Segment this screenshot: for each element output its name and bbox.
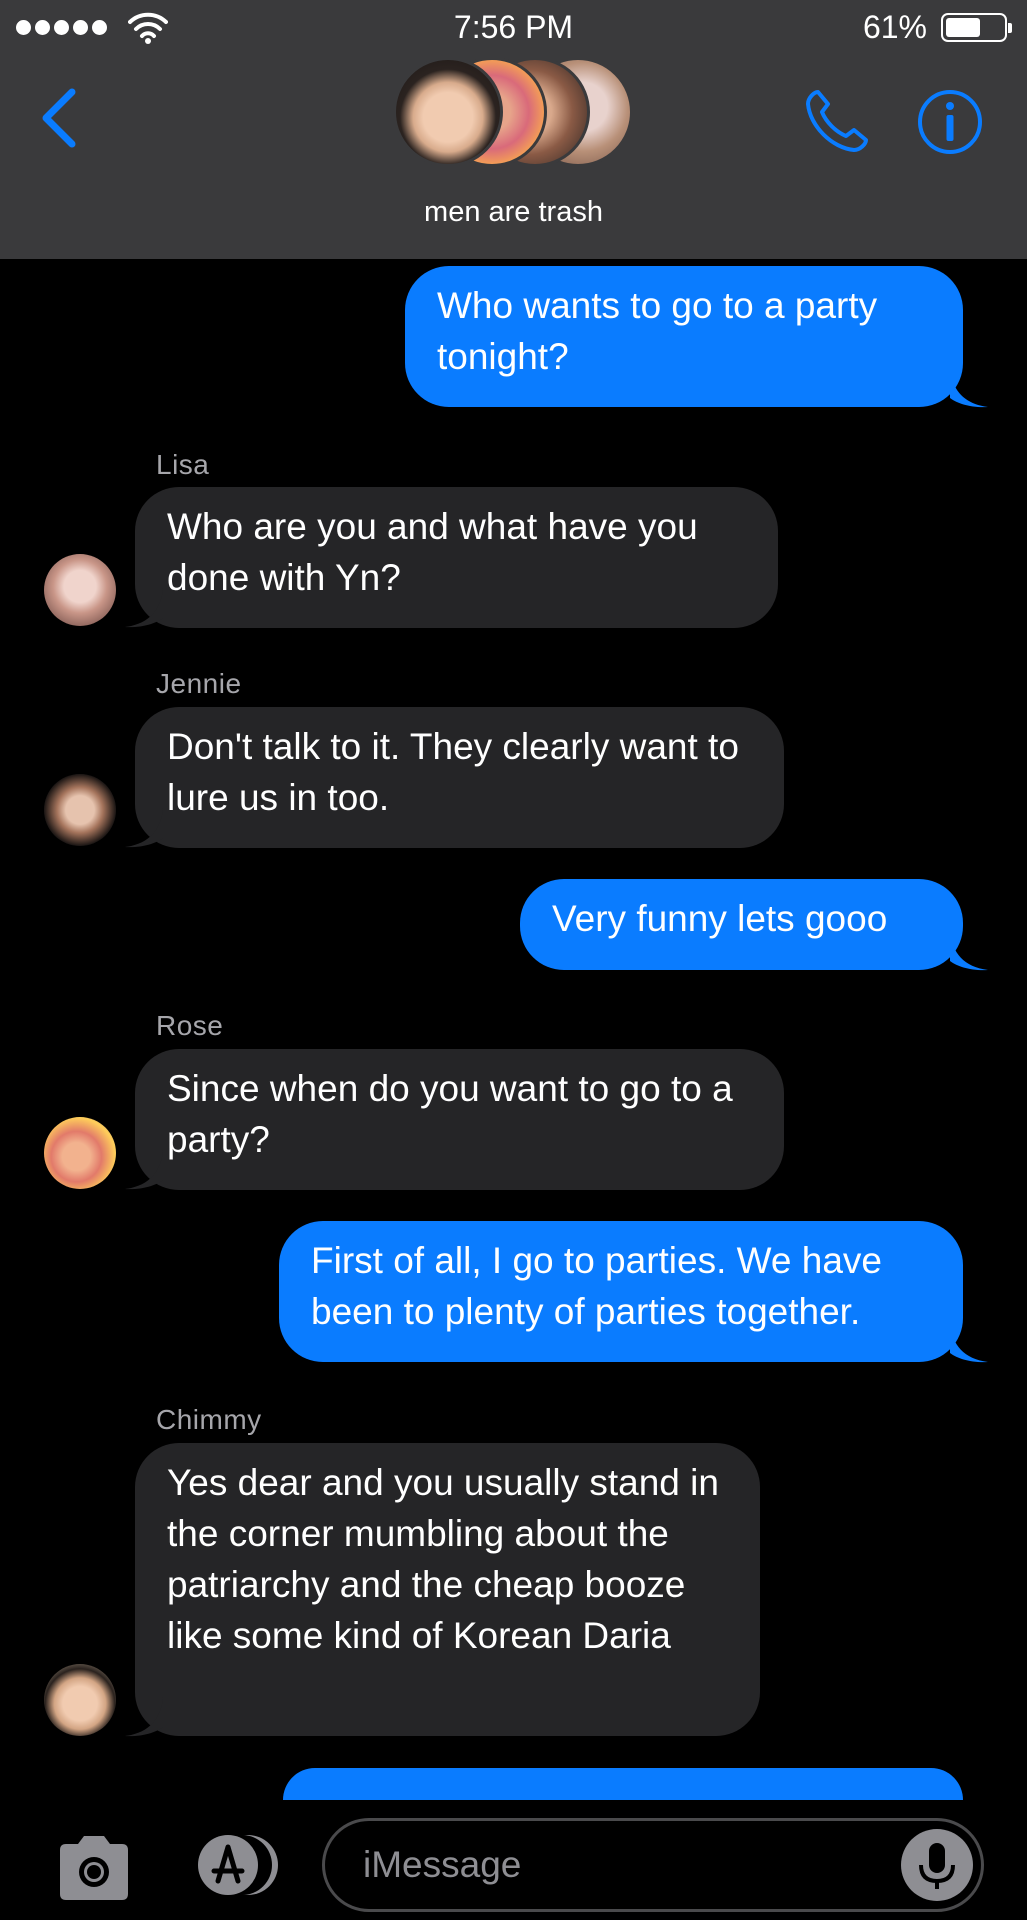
bubble-tail xyxy=(125,588,163,628)
avatar[interactable] xyxy=(44,1117,116,1189)
back-button[interactable] xyxy=(38,86,82,150)
group-avatar-stack[interactable] xyxy=(393,55,635,170)
compose-bar xyxy=(0,1800,1027,1920)
sender-name: Chimmy xyxy=(156,1404,262,1435)
battery-level xyxy=(946,18,981,37)
outgoing-message-partial[interactable] xyxy=(283,1768,963,1800)
outgoing-message[interactable]: First of all, I go to parties. We have b… xyxy=(279,1221,963,1362)
message-input[interactable] xyxy=(363,1837,883,1893)
bubble-tail xyxy=(125,1697,163,1737)
conversation-header: 7:56 PM 61% men are trash xyxy=(0,0,1027,259)
message-text: First of all, I go to parties. We have b… xyxy=(311,1240,883,1332)
group-name[interactable]: men are trash xyxy=(0,196,1027,229)
incoming-message[interactable]: Yes dear and you usually stand in the co… xyxy=(135,1443,760,1736)
bubble-tail xyxy=(125,1150,163,1190)
message-text: Very funny lets gooo xyxy=(552,898,888,939)
microphone-icon[interactable] xyxy=(901,1829,973,1901)
bubble-tail xyxy=(950,1323,988,1363)
bubble-tail xyxy=(950,368,988,408)
avatar[interactable] xyxy=(44,554,116,626)
group-avatar-1 xyxy=(393,57,503,167)
message-text: Since when do you want to go to a party? xyxy=(167,1068,733,1160)
status-bar: 7:56 PM 61% xyxy=(0,0,1027,54)
incoming-message[interactable]: Since when do you want to go to a party? xyxy=(135,1049,784,1190)
avatar[interactable] xyxy=(44,1664,116,1736)
incoming-message[interactable]: Who are you and what have you done with … xyxy=(135,487,778,628)
message-text: Who are you and what have you done with … xyxy=(167,506,698,598)
message-text: Don't talk to it. They clearly want to l… xyxy=(167,726,739,818)
message-text: Yes dear and you usually stand in the co… xyxy=(167,1462,719,1656)
camera-icon[interactable] xyxy=(54,1832,134,1902)
bubble-tail xyxy=(125,808,163,848)
app-store-icon[interactable] xyxy=(184,1833,284,1897)
outgoing-message[interactable]: Very funny lets gooo xyxy=(520,879,963,970)
message-text: Who wants to go to a party tonight? xyxy=(437,285,878,377)
phone-icon[interactable] xyxy=(802,86,872,156)
sender-name: Lisa xyxy=(156,449,210,480)
sender-name: Rose xyxy=(156,1010,224,1041)
battery-icon xyxy=(941,13,1012,42)
outgoing-message[interactable]: Who wants to go to a party tonight? xyxy=(405,266,963,407)
sender-name: Jennie xyxy=(156,668,242,699)
avatar[interactable] xyxy=(44,774,116,846)
bubble-tail xyxy=(950,931,988,971)
message-input-field[interactable] xyxy=(322,1818,984,1912)
battery-percent: 61% xyxy=(862,9,927,45)
incoming-message[interactable]: Don't talk to it. They clearly want to l… xyxy=(135,707,784,848)
info-icon[interactable] xyxy=(916,88,984,156)
